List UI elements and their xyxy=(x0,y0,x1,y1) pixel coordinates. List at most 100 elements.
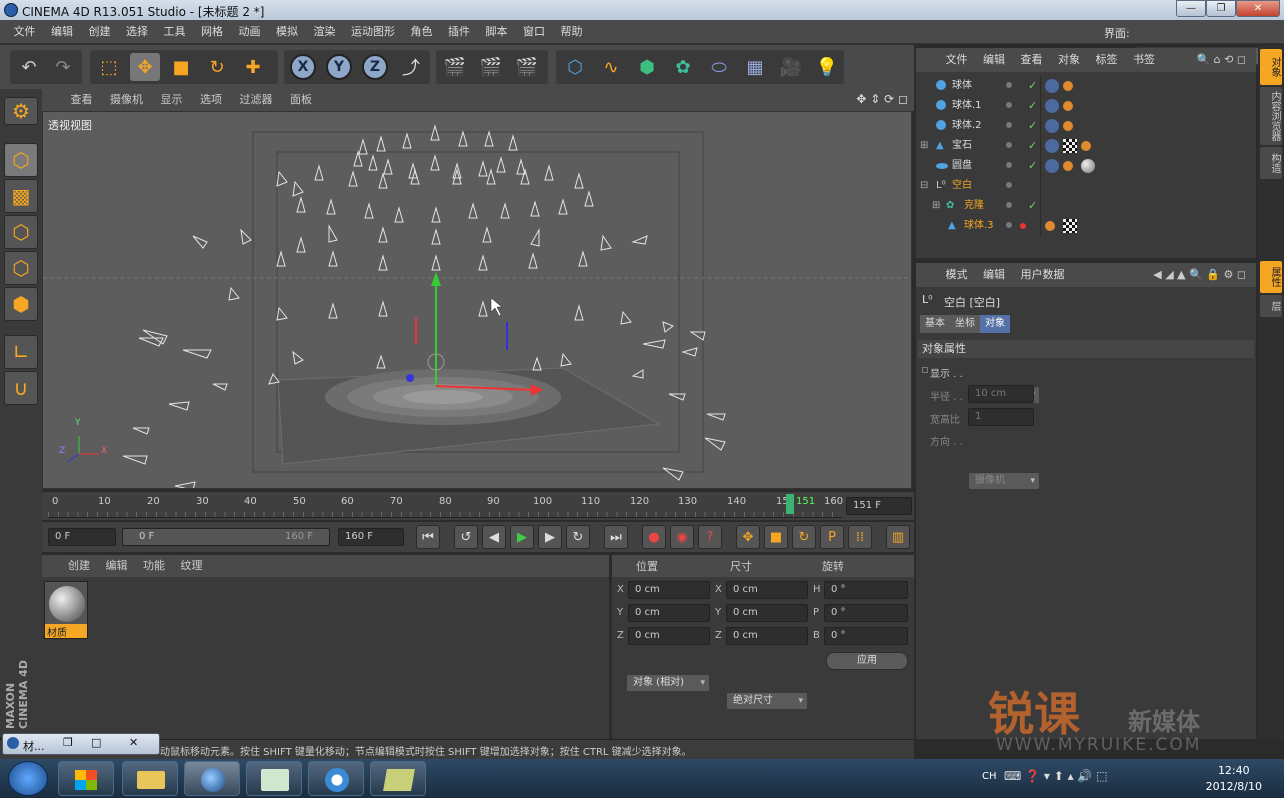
menu-plugins[interactable]: 插件 xyxy=(442,20,476,44)
vp-menu-camera[interactable]: 摄像机 xyxy=(103,89,150,111)
mograph-tag-icon[interactable] xyxy=(1045,221,1055,231)
y-axis-lock-icon[interactable]: Y xyxy=(326,54,352,80)
explorer-icon[interactable] xyxy=(122,761,178,796)
enabled-check-icon[interactable]: ✓ xyxy=(1028,96,1037,116)
collapse-icon[interactable]: ⊟ xyxy=(920,176,928,196)
rotate-tool-icon[interactable]: ↻ xyxy=(202,53,232,81)
polygons-mode-icon[interactable]: ⬢ xyxy=(4,287,38,321)
obj-menu-objects[interactable]: 对象 xyxy=(1052,48,1086,72)
apply-button[interactable]: 应用 xyxy=(826,652,908,670)
tab-layers[interactable]: 层 xyxy=(1260,295,1282,317)
menu-character[interactable]: 角色 xyxy=(405,20,439,44)
enabled-check-icon[interactable]: ✓ xyxy=(1028,136,1037,156)
size-x-field[interactable]: 0 cm xyxy=(726,581,808,599)
obj-menu-view[interactable]: 查看 xyxy=(1015,48,1049,72)
key-rotation-icon[interactable]: ↻ xyxy=(792,525,816,549)
next-frame-icon[interactable]: ▶ xyxy=(538,525,562,549)
menu-tools[interactable]: 工具 xyxy=(158,20,192,44)
prev-key-icon[interactable]: ↺ xyxy=(454,525,478,549)
z-axis-lock-icon[interactable]: Z xyxy=(362,54,388,80)
maximize-icon[interactable]: □ xyxy=(91,736,101,749)
position-y-field[interactable]: 0 cm xyxy=(628,604,710,622)
size-z-field[interactable]: 0 cm xyxy=(726,627,808,645)
menu-create[interactable]: 创建 xyxy=(83,20,117,44)
attr-nav-icons[interactable]: ◀ ◢ ▲ 🔍 🔒 ⚙ ◻ xyxy=(1147,263,1252,287)
clock[interactable]: 12:40 2012/8/10 xyxy=(1206,763,1262,795)
tab-coord[interactable]: 坐标 xyxy=(950,315,980,333)
expand-icon[interactable]: ⊞ xyxy=(932,196,940,216)
render-settings-icon[interactable]: 🎬 xyxy=(512,53,542,81)
object-row[interactable]: ⊞ ✿ 克隆 ✓ xyxy=(916,196,1256,216)
vp-menu-options[interactable]: 选项 xyxy=(193,89,229,111)
mograph-tag-icon[interactable] xyxy=(1063,121,1073,131)
render-view-icon[interactable]: 🎬 xyxy=(440,53,470,81)
vp-menu-display[interactable]: 显示 xyxy=(154,89,190,111)
light-icon[interactable]: 💡 xyxy=(812,53,842,81)
mat-menu-function[interactable]: 功能 xyxy=(137,555,171,577)
subdivision-icon[interactable]: ⬢ xyxy=(632,53,662,81)
input-language[interactable]: CH xyxy=(982,771,997,782)
undo-icon[interactable]: ↶ xyxy=(14,53,44,81)
vp-menu-filter[interactable]: 过滤器 xyxy=(233,89,280,111)
obj-menu-tags[interactable]: 标签 xyxy=(1090,48,1124,72)
vp-menu-panel[interactable]: 面板 xyxy=(283,89,319,111)
enabled-check-icon[interactable]: ✓ xyxy=(1028,196,1037,216)
obj-menu-edit[interactable]: 编辑 xyxy=(977,48,1011,72)
goto-start-icon[interactable]: ⏮ xyxy=(416,525,440,549)
size-mode-select[interactable]: 绝对尺寸 xyxy=(726,692,808,710)
mograph-tag-icon[interactable] xyxy=(1081,141,1091,151)
coord-mode-select[interactable]: 对象 (相对) xyxy=(626,674,710,692)
restore-icon[interactable]: ❐ xyxy=(63,736,73,749)
tab-attributes[interactable]: 属性 xyxy=(1260,261,1282,293)
record-icon[interactable]: ● xyxy=(642,525,666,549)
tab-basic[interactable]: 基本 xyxy=(920,315,950,333)
mograph-tag-icon[interactable] xyxy=(1063,161,1073,171)
edges-mode-icon[interactable]: ⬡ xyxy=(4,251,38,285)
menu-help[interactable]: 帮助 xyxy=(555,20,589,44)
deformer-icon[interactable]: ⬭ xyxy=(704,53,734,81)
mograph-tag-icon[interactable] xyxy=(1063,101,1073,111)
obj-menu-file[interactable]: 文件 xyxy=(940,48,974,72)
key-pla-icon[interactable]: ⁞⁞ xyxy=(848,525,872,549)
menu-mesh[interactable]: 网格 xyxy=(195,20,229,44)
use-model-icon[interactable]: ⚙ xyxy=(4,97,38,125)
minimize-button[interactable]: — xyxy=(1176,0,1206,17)
object-row[interactable]: ⊞ ▲ 宝石 ✓ xyxy=(916,136,1256,156)
tab-content-browser[interactable]: 内容浏览器 xyxy=(1260,87,1282,145)
texture-tag-icon[interactable] xyxy=(1045,99,1059,113)
points-mode-icon[interactable]: ⬡ xyxy=(4,215,38,249)
menu-select[interactable]: 选择 xyxy=(120,20,154,44)
restore-button[interactable]: ❐ xyxy=(1206,0,1236,17)
spline-pen-icon[interactable]: ∿ xyxy=(596,53,626,81)
menu-file[interactable]: 文件 xyxy=(8,20,42,44)
obj-menu-bookmarks[interactable]: 书签 xyxy=(1127,48,1161,72)
object-row[interactable]: 球体 ✓ xyxy=(916,76,1256,96)
material-tag-icon[interactable] xyxy=(1063,219,1077,233)
animate-checkbox-icon[interactable] xyxy=(922,367,928,373)
cube-icon[interactable]: ⬡ xyxy=(560,53,590,81)
rotation-p-field[interactable]: 0 ° xyxy=(824,604,908,622)
goto-end-icon[interactable]: ⏭ xyxy=(604,525,628,549)
notes-icon[interactable] xyxy=(370,761,426,796)
material-tag-icon[interactable] xyxy=(1063,139,1077,153)
current-frame-field[interactable]: 151 F xyxy=(846,497,912,515)
next-key-icon[interactable]: ↻ xyxy=(566,525,590,549)
size-y-field[interactable]: 0 cm xyxy=(726,604,808,622)
move-tool-icon[interactable]: ✥ xyxy=(130,53,160,81)
timeline-window-icon[interactable]: ▥ xyxy=(886,525,910,549)
menu-mograph[interactable]: 运动图形 xyxy=(345,20,401,44)
material-swatch[interactable]: 材质 xyxy=(44,581,88,639)
object-row[interactable]: 圆盘 ✓ xyxy=(916,156,1256,176)
playhead[interactable] xyxy=(786,494,794,514)
render-picture-viewer-icon[interactable]: 🎬 xyxy=(476,53,506,81)
texture-tag-icon[interactable] xyxy=(1045,79,1059,93)
photo-viewer-icon[interactable] xyxy=(246,761,302,796)
cinema4d-task-icon[interactable] xyxy=(184,761,240,796)
start-button[interactable] xyxy=(8,761,48,796)
texture-mode-icon[interactable]: ▩ xyxy=(4,179,38,213)
live-select-icon[interactable]: ⬚ xyxy=(94,53,124,81)
obj-header-icons[interactable]: 🔍 ⌂ ⟲ ◻ xyxy=(1190,48,1252,72)
mat-menu-texture[interactable]: 纹理 xyxy=(175,555,209,577)
expand-icon[interactable]: ⊞ xyxy=(920,136,928,156)
rotation-b-field[interactable]: 0 ° xyxy=(824,627,908,645)
